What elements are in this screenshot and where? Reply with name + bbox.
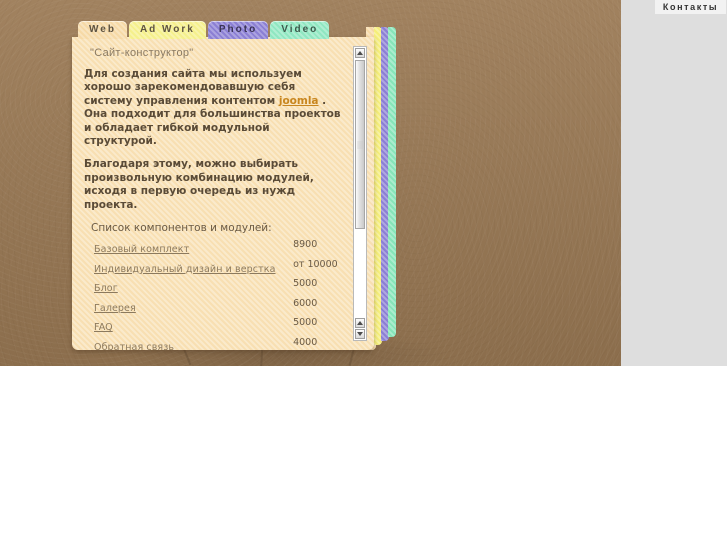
table-row[interactable]: Индивидуальный дизайн и верстка от 10000 <box>94 259 342 279</box>
content-scrollbar[interactable] <box>353 46 367 341</box>
contacts-link[interactable]: Контакты <box>655 0 726 14</box>
page-edge-video <box>388 27 396 337</box>
screenshot-root: Контакты Web Ad Work Photo Video "Сайт-к… <box>0 0 727 545</box>
modules-paragraph: Благодаря этому, можно выбирать произвол… <box>84 158 314 211</box>
scroll-up-button-bottom[interactable] <box>355 318 365 328</box>
tab-web[interactable]: Web <box>78 21 127 39</box>
table-row[interactable]: Блог 5000 <box>94 278 342 298</box>
table-row[interactable]: Галерея 6000 <box>94 298 342 318</box>
component-link[interactable]: Галерея <box>94 303 136 314</box>
tab-bar: Web Ad Work Photo Video <box>78 21 330 39</box>
tab-ad-work-label: Ad Work <box>139 24 195 35</box>
components-table: Базовый комплект 8900 Индивидуальный диза… <box>94 239 342 350</box>
tab-photo-label: Photo <box>218 24 258 35</box>
table-row[interactable]: Базовый комплект 8900 <box>94 239 342 259</box>
contacts-label: Контакты <box>662 2 719 12</box>
component-link[interactable]: Блог <box>94 283 118 294</box>
components-list-heading: Список компонентов и модулей: <box>91 222 272 235</box>
tab-ad-work[interactable]: Ad Work <box>128 21 206 39</box>
table-row[interactable]: FAQ 5000 <box>94 317 342 337</box>
intro-paragraph: Для создания сайта мы используем хорошо … <box>84 68 342 148</box>
component-link[interactable]: Обратная связь <box>94 342 174 350</box>
component-link[interactable]: Индивидуальный дизайн и верстка <box>94 264 276 275</box>
tab-video[interactable]: Video <box>270 21 330 39</box>
grip-dots-icon <box>357 140 363 149</box>
scroll-up-button[interactable] <box>355 48 365 58</box>
arrow-up-icon <box>357 51 363 55</box>
component-price: 4000 <box>293 336 318 348</box>
right-grey-panel <box>621 0 727 366</box>
component-price: 8900 <box>293 239 318 251</box>
scroll-down-button[interactable] <box>355 329 365 339</box>
component-price: 5000 <box>293 278 318 290</box>
component-price: 5000 <box>293 317 318 329</box>
tab-photo[interactable]: Photo <box>207 21 269 39</box>
intro-paragraph-pre: Для создания сайта мы используем хорошо … <box>84 68 302 107</box>
component-price: от 10000 <box>293 258 338 270</box>
component-link[interactable]: FAQ <box>94 322 113 333</box>
component-price: 6000 <box>293 297 318 309</box>
tab-web-label: Web <box>89 24 116 35</box>
card-title: "Сайт-конструктор" <box>90 47 194 59</box>
scrollbar-thumb[interactable] <box>355 60 365 229</box>
tab-video-label: Video <box>281 24 319 35</box>
arrow-down-icon <box>357 332 363 336</box>
content-card: "Сайт-конструктор" Для создания сайта мы… <box>72 37 374 350</box>
joomla-link[interactable]: joomla <box>279 95 319 107</box>
arrow-up-icon <box>357 321 363 325</box>
table-row[interactable]: Обратная связь 4000 <box>94 337 342 350</box>
component-link[interactable]: Базовый комплект <box>94 244 189 255</box>
